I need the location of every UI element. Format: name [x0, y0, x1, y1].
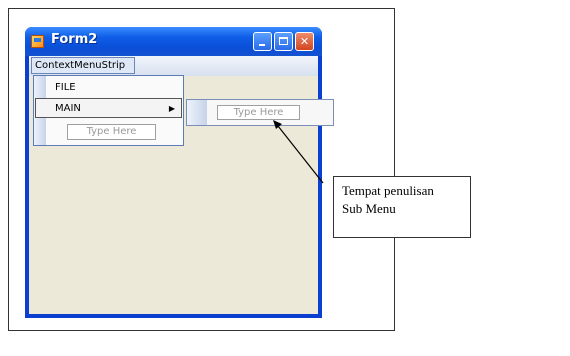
callout-line-2: Sub Menu: [342, 201, 396, 216]
callout-line-1: Tempat penulisan: [342, 183, 434, 198]
callout-box: Tempat penulisan Sub Menu: [333, 176, 471, 238]
callout-arrow: [273, 120, 324, 184]
